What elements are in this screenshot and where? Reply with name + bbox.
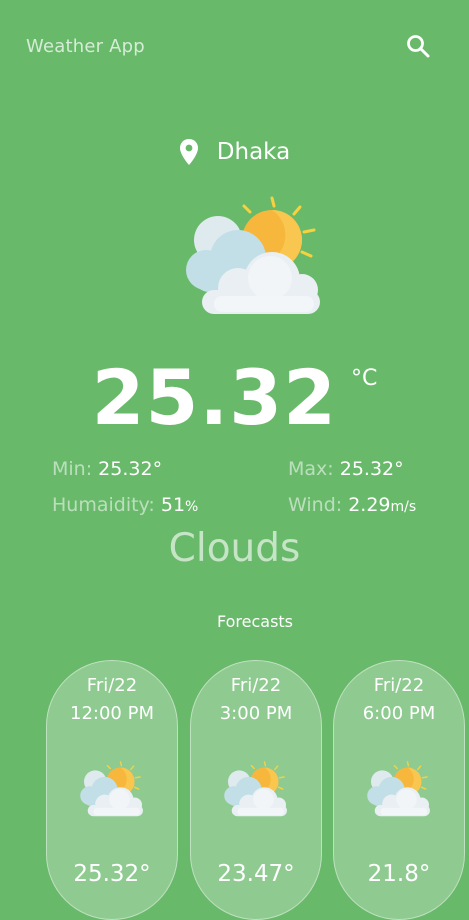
max-temperature: Max: 25.32° xyxy=(288,458,404,480)
forecast-temperature: 23.47° xyxy=(217,861,295,887)
forecast-card[interactable]: Fri/22 6:00 PM 21.8° xyxy=(333,660,465,920)
search-button[interactable] xyxy=(404,32,432,60)
max-label: Max: xyxy=(288,458,334,480)
humidity: Humaidity: 51% xyxy=(52,494,198,516)
humidity-unit: % xyxy=(185,499,199,515)
partly-cloudy-icon xyxy=(223,761,288,817)
forecast-temperature: 25.32° xyxy=(73,861,151,887)
forecast-time: 12:00 PM xyxy=(70,703,154,724)
search-icon xyxy=(407,35,430,58)
forecast-time: 3:00 PM xyxy=(219,703,293,724)
humidity-value: 51 xyxy=(160,494,186,516)
partly-cloudy-icon xyxy=(79,761,144,817)
weather-condition: Clouds xyxy=(168,526,301,571)
app-title: Weather App xyxy=(26,36,145,57)
forecast-date: Fri/22 xyxy=(373,675,425,696)
partly-cloudy-icon xyxy=(184,196,322,316)
min-label: Min: xyxy=(52,458,93,480)
forecast-card[interactable]: Fri/22 12:00 PM 25.32° xyxy=(46,660,178,920)
wind-value: 2.29 xyxy=(348,494,391,516)
temperature-value: 25.32 xyxy=(91,353,338,442)
city-name: Dhaka xyxy=(216,139,291,165)
forecast-time: 6:00 PM xyxy=(362,703,436,724)
location-header: Dhaka xyxy=(0,138,469,166)
wind-label: Wind: xyxy=(288,494,343,516)
partly-cloudy-icon xyxy=(366,761,431,817)
humidity-label: Humaidity: xyxy=(52,494,155,516)
forecast-temperature: 21.8° xyxy=(367,861,431,887)
wind: Wind: 2.29m/s xyxy=(288,494,416,516)
location-pin-icon xyxy=(179,138,199,166)
forecast-card[interactable]: Fri/22 3:00 PM 23.47° xyxy=(190,660,322,920)
min-temperature: Min: 25.32° xyxy=(52,458,162,480)
wind-unit: m/s xyxy=(390,499,417,515)
forecast-date: Fri/22 xyxy=(86,675,138,696)
min-value: 25.32° xyxy=(98,458,163,480)
max-value: 25.32° xyxy=(339,458,404,480)
forecast-date: Fri/22 xyxy=(230,675,282,696)
temperature-unit: °C xyxy=(351,366,378,391)
forecasts-heading: Forecasts xyxy=(216,612,294,631)
current-temperature: 25.32 °C xyxy=(0,352,469,444)
